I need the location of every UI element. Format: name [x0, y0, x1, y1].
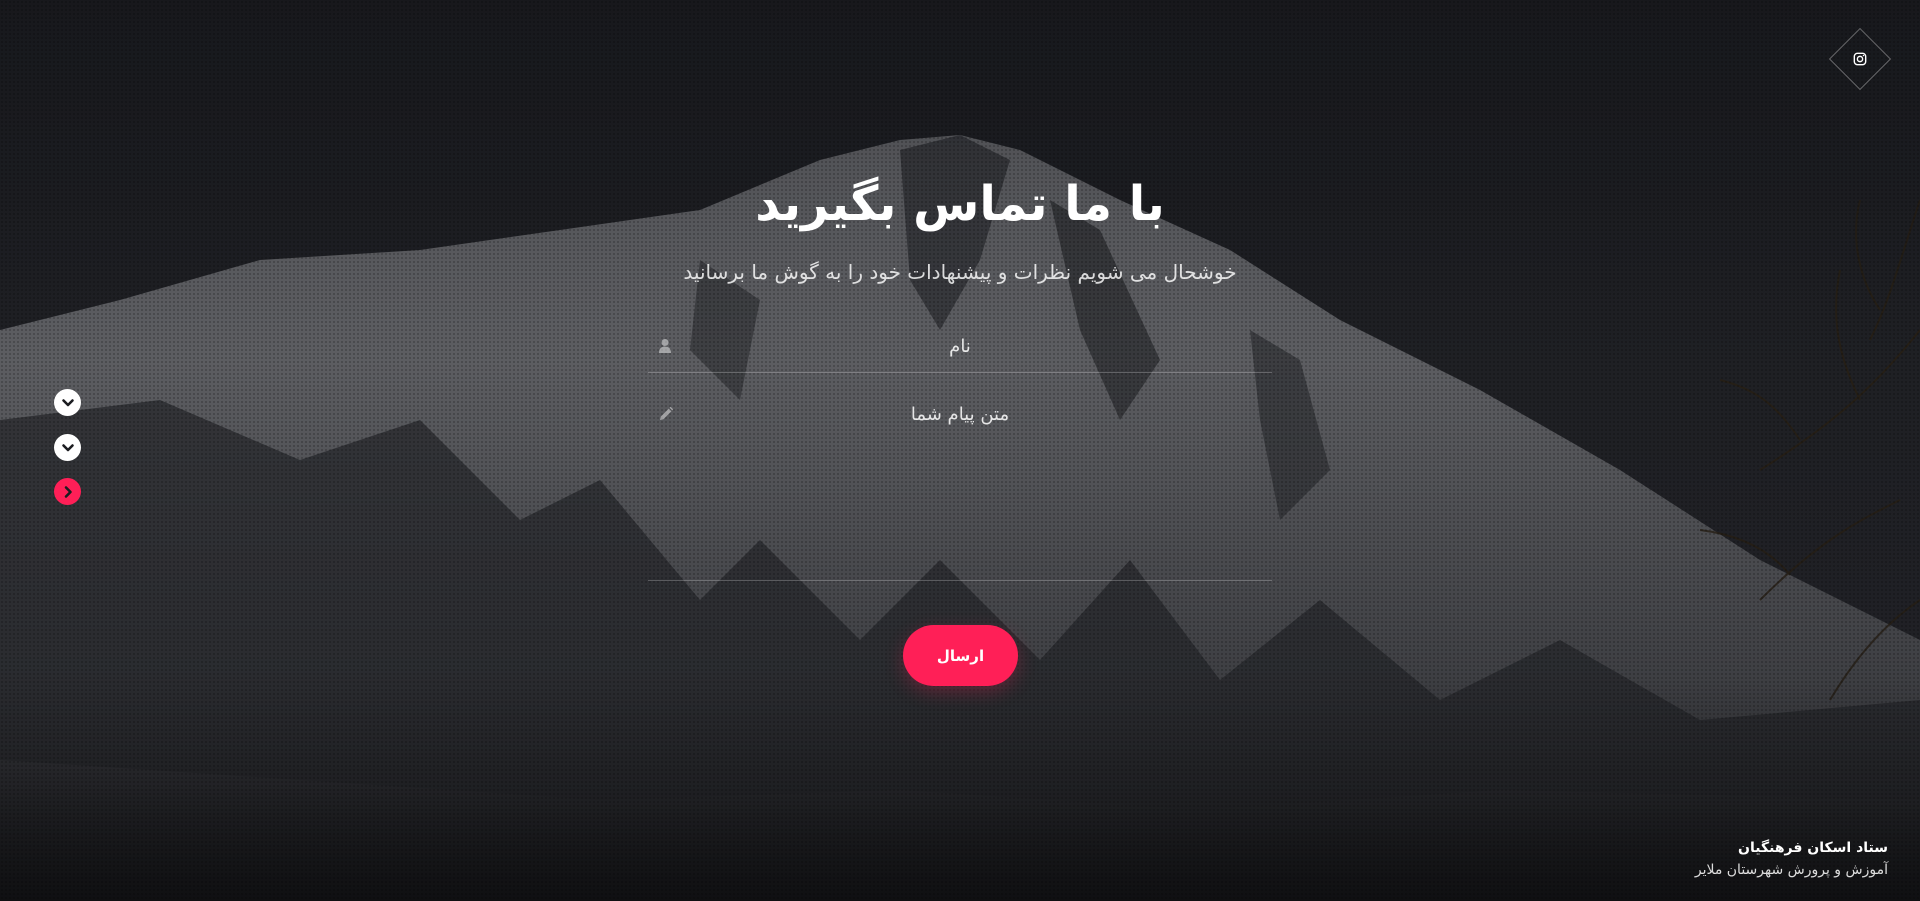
org-subtitle: آموزش و پرورش شهرستان ملایر [1694, 862, 1888, 878]
message-placeholder: متن پیام شما [910, 404, 1010, 425]
name-placeholder: نام [949, 336, 971, 357]
contact-subtitle: خوشحال می شویم نظرات و پیشنهادات خود را … [683, 260, 1237, 284]
message-field[interactable]: متن پیام شما [648, 396, 1272, 581]
page: با ما تماس بگیرید خوشحال می شویم نظرات و… [0, 0, 1920, 901]
org-name: ستاد اسکان فرهنگیان [1738, 840, 1888, 856]
contact-section: با ما تماس بگیرید خوشحال می شویم نظرات و… [0, 0, 1920, 901]
contact-title: با ما تماس بگیرید [755, 176, 1165, 232]
user-icon [659, 339, 671, 353]
name-field[interactable]: نام [648, 328, 1272, 373]
pencil-icon [660, 406, 674, 420]
send-button[interactable]: ارسال [903, 625, 1018, 686]
footer-credit: ستاد اسکان فرهنگیان آموزش و پرورش شهرستا… [1695, 840, 1888, 878]
